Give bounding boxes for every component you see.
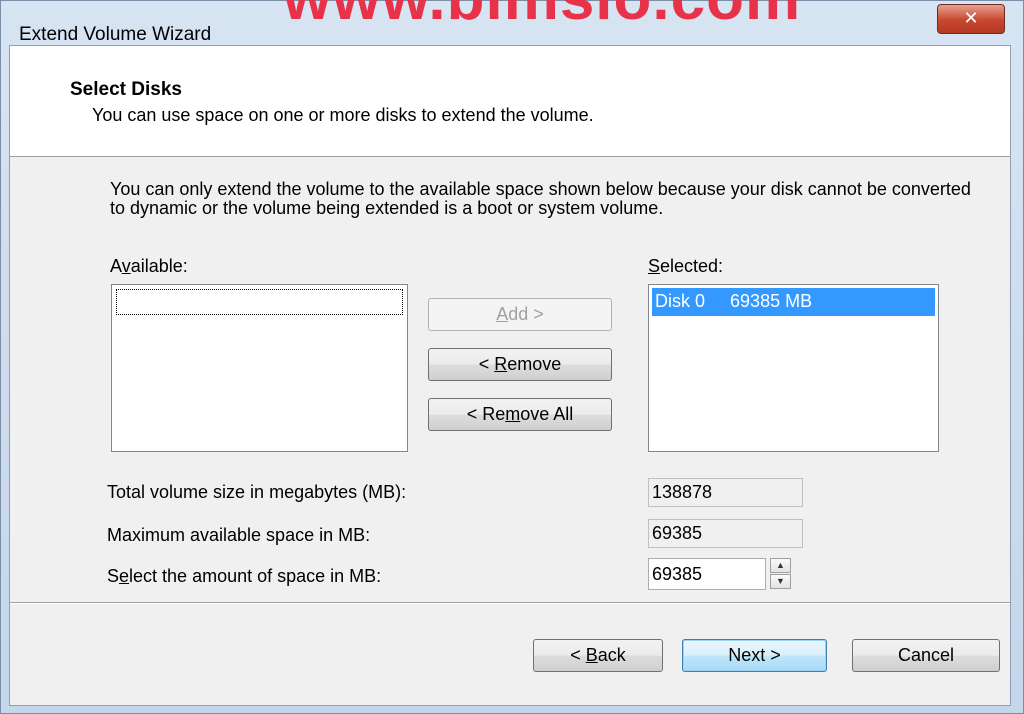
list-item[interactable]: Disk 0 69385 MB	[652, 288, 935, 316]
add-button[interactable]: Add >	[428, 298, 612, 331]
space-amount-input[interactable]: 69385	[648, 558, 766, 590]
remove-all-button[interactable]: < Remove All	[428, 398, 612, 431]
wizard-window: www.bimslo.com Extend Volume Wizard ✕ Se…	[0, 0, 1024, 714]
available-list[interactable]	[111, 284, 408, 452]
window-title: Extend Volume Wizard	[19, 24, 212, 45]
spin-down-icon[interactable]: ▼	[770, 574, 791, 589]
page-title: Select Disks	[70, 79, 182, 100]
total-size-label: Total volume size in megabytes (MB):	[107, 482, 407, 502]
available-label: Available:	[110, 256, 188, 276]
back-button[interactable]: < Back	[533, 639, 663, 672]
info-text: You can only extend the volume to the av…	[110, 179, 971, 218]
max-space-label: Maximum available space in MB:	[107, 525, 371, 545]
max-space-field: 69385	[648, 519, 803, 548]
total-size-field: 138878	[648, 478, 803, 507]
focus-indicator	[116, 289, 403, 315]
wizard-header: Select Disks You can use space on one or…	[10, 46, 1010, 157]
page-description: You can use space on one or more disks t…	[92, 105, 594, 125]
remove-button[interactable]: < Remove	[428, 348, 612, 381]
watermark: www.bimslo.com	[283, 0, 801, 34]
cancel-button[interactable]: Cancel	[852, 639, 1000, 672]
spin-up-icon[interactable]: ▲	[770, 558, 791, 573]
selected-label: Selected:	[648, 256, 724, 276]
title-bar[interactable]: www.bimslo.com Extend Volume Wizard ✕	[1, 0, 1024, 45]
select-space-label: Select the amount of space in MB:	[107, 566, 382, 586]
next-button[interactable]: Next >	[682, 639, 827, 672]
space-amount-stepper[interactable]: ▲ ▼	[770, 558, 791, 590]
wizard-client-area: Select Disks You can use space on one or…	[9, 45, 1011, 706]
close-icon: ✕	[963, 8, 979, 28]
close-button[interactable]: ✕	[937, 4, 1005, 34]
footer-divider	[10, 602, 1010, 603]
selected-list[interactable]: Disk 0 69385 MB	[648, 284, 939, 452]
